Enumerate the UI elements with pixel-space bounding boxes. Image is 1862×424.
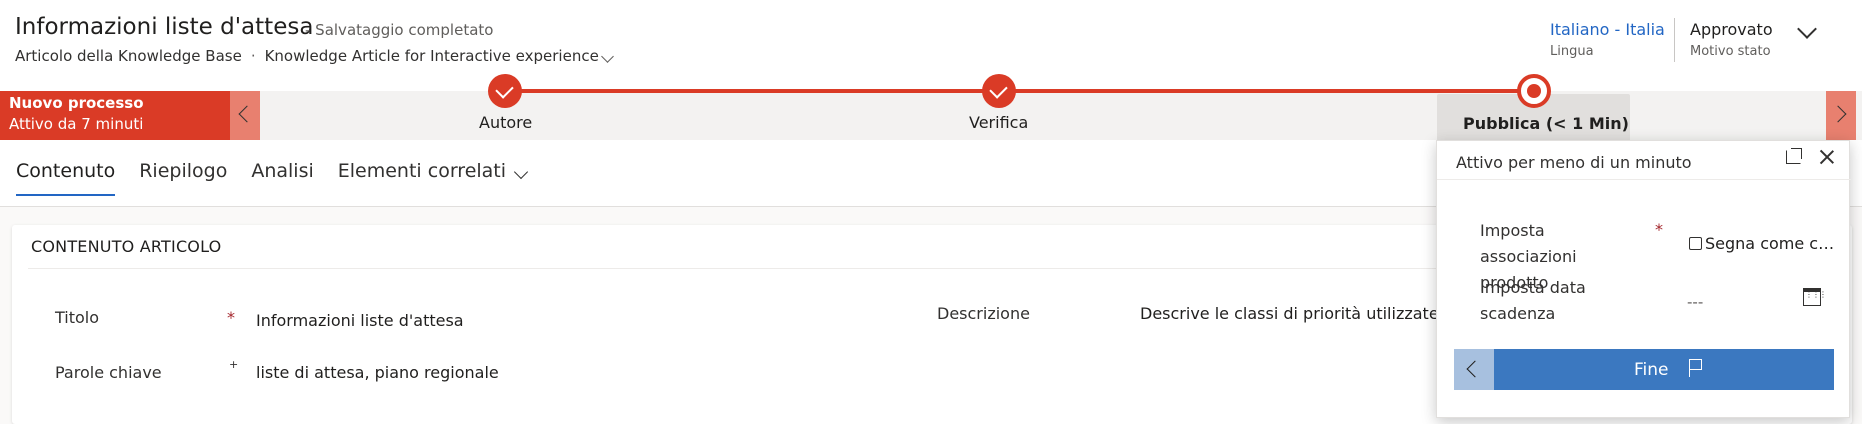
- language-value[interactable]: Italiano - Italia: [1550, 20, 1665, 39]
- finish-button[interactable]: Fine: [1494, 349, 1834, 390]
- recommended-indicator: +: [229, 358, 239, 371]
- tab-label: Elementi correlati: [337, 160, 507, 182]
- mark-complete-checkbox[interactable]: [1689, 237, 1702, 250]
- title-field[interactable]: Informazioni liste d'attesa: [256, 311, 464, 330]
- process-duration: Attivo da 7 minuti: [9, 115, 144, 133]
- tab-analisi[interactable]: Analisi: [251, 160, 313, 196]
- process-progress-line: [505, 89, 1535, 93]
- stage-node-autore[interactable]: [488, 74, 522, 108]
- required-indicator: *: [227, 308, 235, 327]
- breadcrumb: Articolo della Knowledge Base · Knowledg…: [15, 47, 614, 65]
- pop-out-icon[interactable]: [1786, 148, 1802, 164]
- flag-icon: [1689, 359, 1703, 377]
- chevron-left-icon: [1466, 360, 1484, 378]
- keywords-label: Parole chiave: [55, 363, 162, 382]
- mark-complete-label[interactable]: Segna come completato: [1705, 234, 1835, 253]
- stage-node-pubblica[interactable]: [1517, 74, 1551, 108]
- form-selector[interactable]: Knowledge Article for Interactive experi…: [264, 47, 614, 65]
- section-divider: [28, 268, 1448, 269]
- expiration-date-label: Imposta data scadenza: [1480, 278, 1586, 323]
- stage-label-pubblica: Pubblica (< 1 Min): [1463, 114, 1629, 133]
- stage-flyout: Attivo per meno di un minuto Imposta ass…: [1436, 140, 1851, 418]
- previous-stage-button[interactable]: [1454, 349, 1494, 390]
- flyout-divider: [1437, 179, 1851, 180]
- flyout-header: Attivo per meno di un minuto: [1456, 153, 1692, 172]
- breadcrumb-separator: ·: [250, 47, 256, 65]
- process-name-box[interactable]: Nuovo processo Attivo da 7 minuti: [0, 91, 230, 140]
- expiration-date-input[interactable]: ---: [1687, 293, 1703, 311]
- check-icon: [989, 80, 1008, 99]
- form-tabs: Contenuto Riepilogo Analisi Elementi cor…: [16, 160, 529, 196]
- tab-elementi-correlati[interactable]: Elementi correlati: [337, 160, 529, 196]
- process-prev-button[interactable]: [230, 91, 260, 140]
- record-header: Informazioni liste d'attesa - Salvataggi…: [0, 0, 1862, 78]
- process-next-button[interactable]: [1826, 91, 1856, 140]
- language-label: Lingua: [1550, 44, 1594, 59]
- chevron-down-icon: [513, 164, 529, 180]
- stage-label-autore[interactable]: Autore: [479, 113, 532, 132]
- stage-node-verifica[interactable]: [982, 74, 1016, 108]
- status-value: Approvato: [1690, 20, 1773, 39]
- check-icon: [495, 80, 514, 99]
- process-name: Nuovo processo: [9, 94, 144, 112]
- page-title: Informazioni liste d'attesa: [15, 14, 314, 40]
- title-label: Titolo: [55, 308, 100, 327]
- chevron-down-icon: [600, 50, 614, 63]
- section-title: CONTENUTO ARTICOLO: [31, 237, 222, 256]
- expand-header-chevron-icon[interactable]: [1797, 19, 1817, 39]
- status-field: Approvato Motivo stato: [1690, 20, 1773, 59]
- chevron-left-icon: [238, 105, 256, 123]
- calendar-icon[interactable]: [1803, 288, 1826, 306]
- chevron-right-icon: [1829, 105, 1847, 123]
- tab-contenuto[interactable]: Contenuto: [16, 160, 116, 196]
- language-field[interactable]: Italiano - Italia Lingua: [1550, 20, 1665, 59]
- status-label: Motivo stato: [1690, 44, 1771, 59]
- header-divider: [1674, 18, 1675, 62]
- tab-riepilogo[interactable]: Riepilogo: [139, 160, 227, 196]
- description-field[interactable]: Descrive le classi di priorità utilizzat…: [1140, 304, 1470, 323]
- stage-label-verifica[interactable]: Verifica: [969, 113, 1028, 132]
- form-name: Knowledge Article for Interactive experi…: [264, 47, 599, 65]
- save-status: - Salvataggio completato: [305, 21, 494, 39]
- finish-label: Fine: [1634, 360, 1669, 380]
- keywords-field[interactable]: liste di attesa, piano regionale: [256, 363, 499, 382]
- description-label: Descrizione: [937, 304, 1030, 323]
- required-indicator: *: [1655, 220, 1663, 239]
- active-stage-dot-icon: [1527, 84, 1541, 98]
- entity-name: Articolo della Knowledge Base: [15, 47, 242, 65]
- close-icon[interactable]: [1819, 149, 1835, 165]
